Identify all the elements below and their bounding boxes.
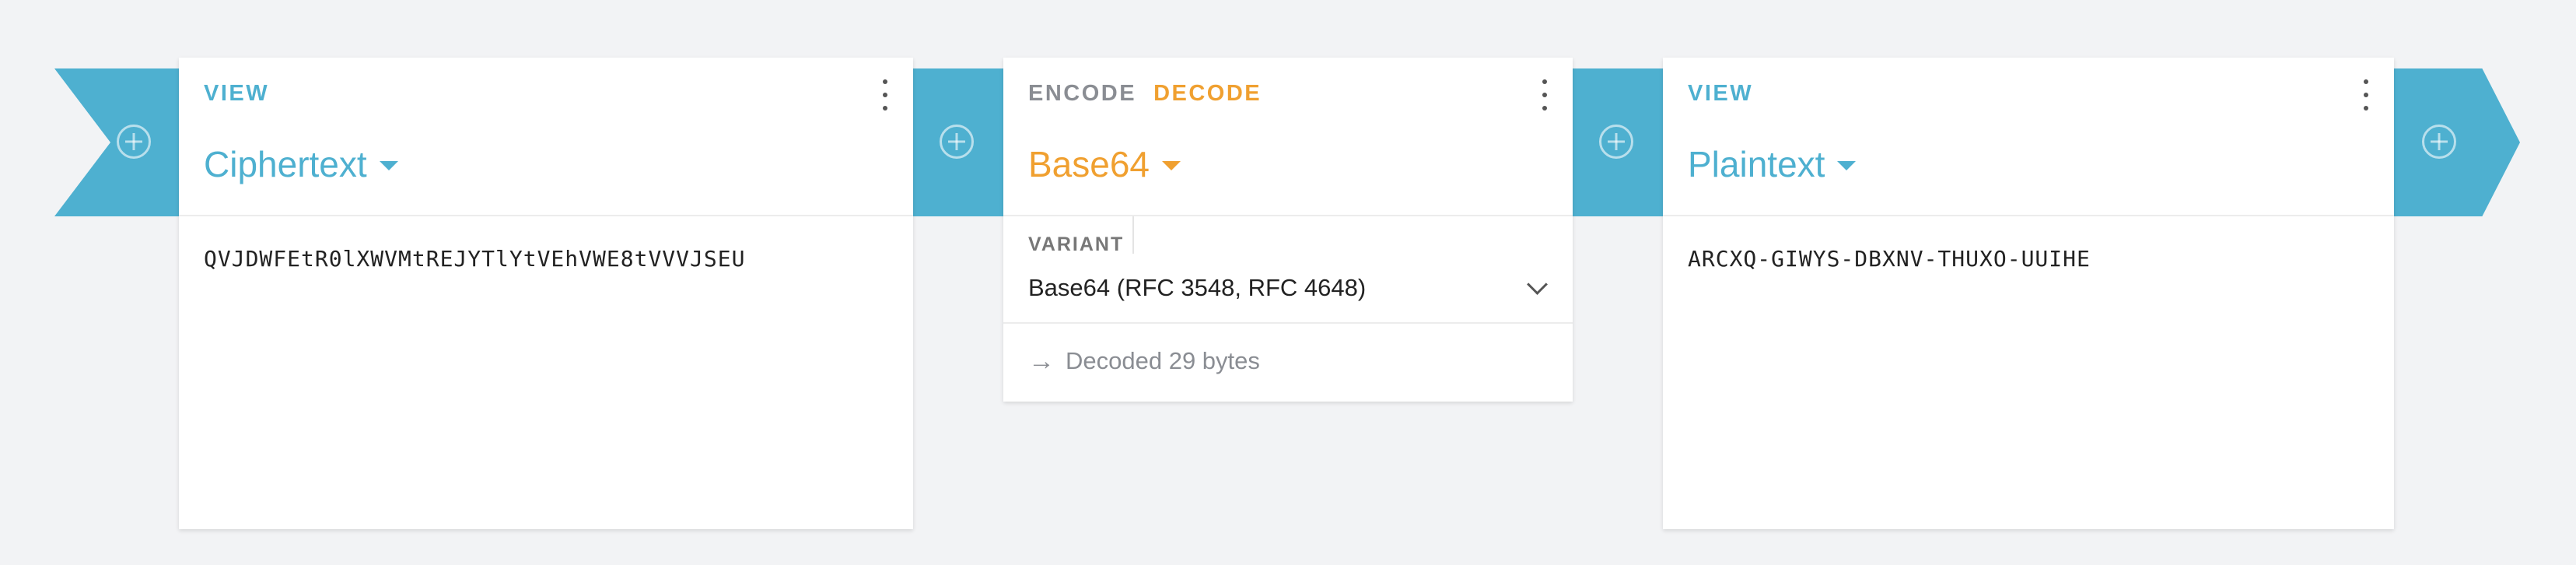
brick-kind: VIEW xyxy=(204,81,286,107)
ciphertext-content[interactable]: QVJDWFEtR0lXWVMtREJYTlYtVEhVWE8tVVVJSEU xyxy=(179,216,913,301)
more-vert-icon[interactable] xyxy=(1538,79,1551,111)
caret-down-icon xyxy=(379,161,398,170)
base64-encoder-card: ENCODE DECODE Base64 VARIANT Base64 (RFC … xyxy=(1003,58,1573,402)
add-brick-start-button[interactable] xyxy=(117,125,151,159)
brick-title: Plaintext xyxy=(1688,144,1825,184)
brick-title-dropdown[interactable]: Base64 xyxy=(1028,143,1181,185)
ciphertext-view-card: VIEW Ciphertext QVJDWFEtR0lXWVMtREJYTlYt… xyxy=(179,58,913,529)
status-text: Decoded 29 bytes xyxy=(1066,347,1260,374)
variant-label: VARIANT xyxy=(1028,233,1125,255)
arrow-right-icon: → xyxy=(1028,346,1055,376)
add-brick-between-1-button[interactable] xyxy=(940,125,974,159)
brick-mode-toggle: ENCODE DECODE xyxy=(1028,81,1279,107)
decode-mode-tab[interactable]: DECODE xyxy=(1153,81,1262,106)
kind-view-label: VIEW xyxy=(204,81,270,106)
pipeline-end-segment xyxy=(2394,68,2520,216)
variant-select[interactable]: VARIANT Base64 (RFC 3548, RFC 4648) xyxy=(1003,216,1573,324)
add-brick-end-button[interactable] xyxy=(2422,125,2456,159)
status-message: → Decoded 29 bytes xyxy=(1003,324,1573,398)
card-header: ENCODE DECODE Base64 xyxy=(1003,58,1573,216)
pipeline-start-segment xyxy=(54,68,179,216)
card-header: VIEW Ciphertext xyxy=(179,58,913,216)
add-brick-between-2-button[interactable] xyxy=(1599,125,1633,159)
brick-kind: VIEW xyxy=(1688,81,1770,107)
encode-mode-tab[interactable]: ENCODE xyxy=(1028,81,1136,106)
more-vert-icon[interactable] xyxy=(2360,79,2372,111)
more-vert-icon[interactable] xyxy=(879,79,891,111)
chevron-down-icon xyxy=(1527,274,1548,295)
kind-view-label: VIEW xyxy=(1688,81,1754,106)
caret-down-icon xyxy=(1837,161,1857,170)
pipeline-segment-1 xyxy=(913,68,1003,216)
plaintext-view-card: VIEW Plaintext ARCXQ-GIWYS-DBXNV-THUXO-U… xyxy=(1663,58,2394,529)
brick-title: Ciphertext xyxy=(204,144,367,184)
brick-title-dropdown[interactable]: Ciphertext xyxy=(204,143,398,185)
caret-down-icon xyxy=(1162,161,1181,170)
brick-title: Base64 xyxy=(1028,144,1150,184)
card-header: VIEW Plaintext xyxy=(1663,58,2394,216)
pipeline-segment-2 xyxy=(1573,68,1663,216)
plaintext-content[interactable]: ARCXQ-GIWYS-DBXNV-THUXO-UUIHE xyxy=(1663,216,2394,301)
brick-title-dropdown[interactable]: Plaintext xyxy=(1688,143,1857,185)
divider xyxy=(1132,216,1134,254)
variant-value: Base64 (RFC 3548, RFC 4648) xyxy=(1028,274,1367,301)
